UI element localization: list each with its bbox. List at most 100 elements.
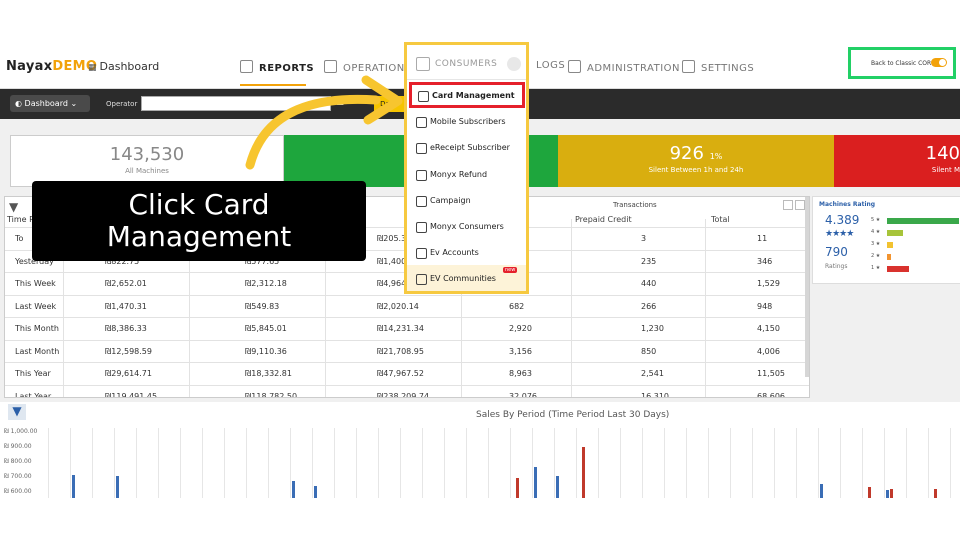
nav-consumers[interactable]: CONSUMERS (407, 45, 526, 80)
table-row[interactable]: This Year ₪29,614.71 ₪18,332.81 ₪47,967.52 8… (5, 362, 809, 385)
table-window-buttons[interactable] (781, 200, 805, 212)
grid-line (444, 428, 445, 498)
classic-toggle-label: Back to Classic CORE (871, 60, 935, 67)
grid-line (642, 428, 643, 498)
chart-bar[interactable] (72, 475, 75, 498)
row-cell: 440 (641, 279, 657, 288)
menu-item-campaign[interactable]: Campaign (407, 187, 526, 213)
card-icon (418, 91, 429, 102)
account-icon (416, 248, 427, 260)
nav-settings[interactable]: SETTINGS (682, 60, 754, 74)
chart-bar[interactable] (314, 486, 317, 498)
nav-operations[interactable]: OPERATIONS (324, 60, 412, 74)
callout-line-1: Click Card (128, 188, 270, 221)
rating-level-bar (887, 218, 959, 224)
grid-line (202, 428, 203, 498)
menu-item-mobile-subscribers[interactable]: Mobile Subscribers (407, 108, 526, 134)
chart-bar[interactable] (292, 481, 295, 498)
classic-toggle-box[interactable]: Back to Classic CORE (848, 47, 956, 79)
grid-line (620, 428, 621, 498)
chart-bar[interactable] (934, 489, 937, 498)
breadcrumb[interactable]: ▦ Dashboard (88, 60, 159, 73)
row-cell: ₪21,708.95 (377, 346, 424, 356)
grid-line (532, 428, 533, 498)
rating-count: 790 (825, 245, 848, 259)
table-row[interactable]: This Month ₪8,386.33 ₪5,845.01 ₪14,231.34 2,… (5, 317, 809, 340)
chart-bar[interactable] (516, 478, 519, 498)
row-cell: 266 (641, 301, 657, 311)
rating-level-1: 1 ★ (871, 265, 960, 273)
chart-bar[interactable] (886, 490, 889, 498)
tile-silent-1h-24h[interactable]: 926 1% Silent Between 1h and 24h (558, 135, 834, 187)
row-cell: ₪5,845.01 (245, 324, 287, 333)
active-tab-underline (240, 84, 306, 86)
chart-bar[interactable] (890, 489, 893, 498)
chart-bar[interactable] (868, 487, 871, 498)
grid-line (730, 428, 731, 498)
logo[interactable]: NayaxDEMO (6, 59, 97, 74)
table-scrollbar[interactable] (805, 197, 809, 377)
row-cell: ₪9,110.36 (245, 346, 287, 356)
row-period: Last Month (15, 346, 60, 356)
table-row[interactable]: Last Month ₪12,598.59 ₪9,110.36 ₪21,708.95 3… (5, 339, 809, 363)
row-cell: 682 (509, 301, 525, 311)
list-icon[interactable]: ☰ (336, 98, 344, 108)
dashboard-select[interactable]: ◐ Dashboard ⌄ (10, 95, 90, 112)
row-cell: 1,230 (641, 324, 664, 333)
grid-line (774, 428, 775, 498)
chart-bar[interactable] (116, 476, 119, 498)
menu-item-ev-accounts[interactable]: Ev Accounts (407, 239, 526, 265)
grid-line (312, 428, 313, 498)
nav-reports[interactable]: REPORTS (240, 60, 314, 74)
menu-item-monyx-consumers[interactable]: Monyx Consumers (407, 213, 526, 239)
menu-item-ev-communities[interactable]: EV Communities new (407, 265, 526, 292)
new-badge: new (503, 267, 518, 274)
chart-filter-icon[interactable]: ▼ (8, 404, 26, 420)
menu-item-ereceipt-subscriber[interactable]: eReceipt Subscriber (407, 134, 526, 160)
rating-level-3: 3 ★ (871, 241, 960, 249)
row-period: Last Year (15, 391, 52, 398)
grid-line (356, 428, 357, 498)
row-cell: ₪1,470.31 (105, 301, 147, 311)
row-cell: ₪2,312.18 (245, 279, 287, 288)
tile-all-machines[interactable]: 143,530 All Machines (10, 135, 284, 187)
operator-input[interactable] (141, 96, 331, 111)
dashboard-go-button[interactable]: Dash (374, 96, 404, 112)
nav-logs[interactable]: LOGS (536, 60, 565, 71)
row-cell: 235 (641, 256, 657, 266)
receipt-icon (416, 143, 427, 155)
chart-bar[interactable] (534, 467, 537, 498)
menu-item-card-management[interactable]: Card Management (409, 82, 525, 108)
chart-bar[interactable] (820, 484, 823, 498)
filter-icon[interactable]: ▼ (9, 200, 25, 214)
tile-silent-more[interactable]: 140 Silent M (834, 135, 960, 187)
y-tick-label: ₪ 900.00 (4, 443, 32, 450)
nav-administration[interactable]: ADMINISTRATION (568, 60, 680, 74)
chart-bar[interactable] (582, 447, 585, 498)
rating-count-label: Ratings (825, 263, 848, 270)
community-icon (416, 274, 427, 286)
rating-level-2: 2 ★ (871, 253, 960, 261)
row-cell: 68,606 (757, 391, 785, 398)
grid-line (862, 428, 863, 498)
menu-item-label: Campaign (430, 195, 471, 205)
rating-level-label: 3 ★ (871, 241, 881, 247)
grid-line (906, 428, 907, 498)
grid-line (92, 428, 93, 498)
classic-toggle-switch[interactable] (931, 58, 947, 67)
refund-icon (416, 169, 427, 181)
grid-line (664, 428, 665, 498)
row-cell: ₪2,652.01 (105, 279, 147, 288)
grid-line (158, 428, 159, 498)
row-cell: ₪47,967.52 (377, 369, 424, 378)
chart-title: Sales By Period (Time Period Last 30 Day… (476, 410, 670, 420)
row-cell: 11,505 (757, 369, 785, 378)
menu-item-monyx-refund[interactable]: Monyx Refund (407, 161, 526, 187)
chart-bar[interactable] (556, 476, 559, 498)
table-row[interactable]: Last Week ₪1,470.31 ₪549.83 ₪2,020.14 682 266… (5, 294, 809, 318)
dropdown-close-icon[interactable] (507, 57, 521, 71)
menu-item-label: EV Communities (430, 274, 496, 284)
sales-chart: ▼ Sales By Period (Time Period Last 30 D… (0, 402, 960, 498)
grid-line (752, 428, 753, 498)
table-row[interactable]: Last Year ₪119,491.45 ₪118,782.50 ₪238,209.… (5, 384, 809, 398)
